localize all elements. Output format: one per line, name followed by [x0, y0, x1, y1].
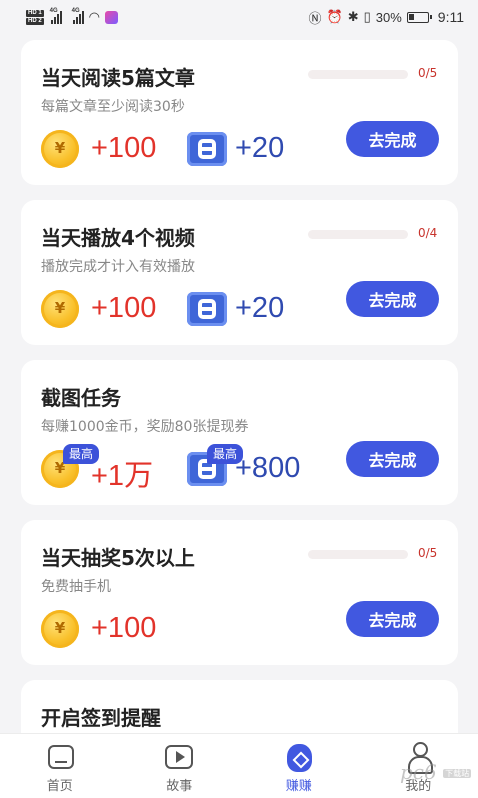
task-card-lottery: 当天抽奖5次以上 0/5 免费抽手机 +100 去完成: [21, 520, 458, 665]
earn-icon: [283, 742, 315, 772]
progress-bar: [308, 550, 408, 559]
nav-item-story[interactable]: 故事: [120, 734, 240, 798]
max-tag: 最高: [63, 444, 100, 464]
progress-count: 0/5: [418, 546, 438, 560]
progress-bar: [308, 230, 408, 239]
task-title: 当天阅读5篇文章: [41, 66, 195, 90]
nav-label: 赚赚: [285, 779, 312, 794]
nav-label: 首页: [46, 779, 73, 794]
vibrate-icon: ▯: [363, 9, 371, 24]
ticket-reward: +20: [235, 292, 285, 324]
nav-label: 故事: [166, 779, 193, 794]
progress-count: 0/5: [418, 66, 438, 80]
progress-count: 0/4: [418, 226, 438, 240]
max-tag: 最高: [207, 444, 244, 464]
ticket-reward: +800: [235, 452, 301, 484]
nfc-icon: Ⓝ: [308, 10, 322, 26]
coin-reward: +100: [91, 292, 157, 324]
alarm-icon: ⏰: [326, 9, 343, 24]
wifi-icon: ◠: [88, 9, 101, 24]
complete-button[interactable]: 去完成: [346, 121, 439, 157]
task-card-screenshot: 截图任务 每赚1000金币，奖励80张提现券 最高 +1万 最高 +800 去完…: [21, 360, 458, 505]
complete-button[interactable]: 去完成: [346, 601, 439, 637]
hd1-label: HD 1: [26, 9, 44, 17]
task-card-checkin-reminder: 开启签到提醒: [21, 680, 458, 740]
app-notification-icon: [105, 10, 119, 24]
cash-ticket-icon: [187, 292, 227, 326]
watermark: pc6 下载站: [400, 760, 472, 784]
signal-icon-2: 4G: [72, 8, 84, 24]
task-card-video: 当天播放4个视频 0/4 播放完成才计入有效播放 +100 +20 去完成: [21, 200, 458, 345]
task-subtitle: 播放完成才计入有效播放: [41, 259, 195, 275]
task-title: 当天抽奖5次以上: [41, 546, 195, 570]
nav-item-home[interactable]: 首页: [0, 734, 120, 798]
task-card-read: 当天阅读5篇文章 0/5 每篇文章至少阅读30秒 +100 +20 去完成: [21, 40, 458, 185]
play-icon: [163, 742, 195, 772]
task-subtitle: 每赚1000金币，奖励80张提现券: [41, 419, 249, 435]
nav-item-earn[interactable]: 赚赚: [239, 734, 359, 798]
task-subtitle: 每篇文章至少阅读30秒: [41, 99, 185, 115]
gold-coin-icon: [41, 610, 79, 648]
hd2-label: HD 2: [26, 17, 44, 25]
status-bar: HD 1 HD 2 4G 4G ◠ Ⓝ ⏰ ✱ ▯ 30% 9:11: [0, 0, 478, 34]
clock: 9:11: [437, 9, 464, 25]
home-icon: [44, 742, 76, 772]
battery-percent: 30%: [375, 9, 402, 25]
complete-button[interactable]: 去完成: [346, 441, 439, 477]
coin-reward: +100: [91, 132, 157, 164]
task-title: 当天播放4个视频: [41, 226, 195, 250]
hd-badge: HD 1 HD 2: [26, 9, 44, 25]
coin-reward: +100: [91, 612, 157, 644]
ticket-reward: +20: [235, 132, 285, 164]
gold-coin-icon: [41, 290, 79, 328]
signal-icon: 4G: [50, 8, 62, 24]
battery-icon: [406, 11, 432, 23]
gold-coin-icon: [41, 130, 79, 168]
task-subtitle: 免费抽手机: [41, 579, 111, 595]
complete-button[interactable]: 去完成: [346, 281, 439, 317]
progress-bar: [308, 70, 408, 79]
task-title: 截图任务: [41, 386, 121, 410]
coin-reward: +1万: [91, 460, 154, 492]
bluetooth-icon: ✱: [347, 9, 359, 24]
task-title: 开启签到提醒: [41, 706, 161, 730]
cash-ticket-icon: [187, 132, 227, 166]
